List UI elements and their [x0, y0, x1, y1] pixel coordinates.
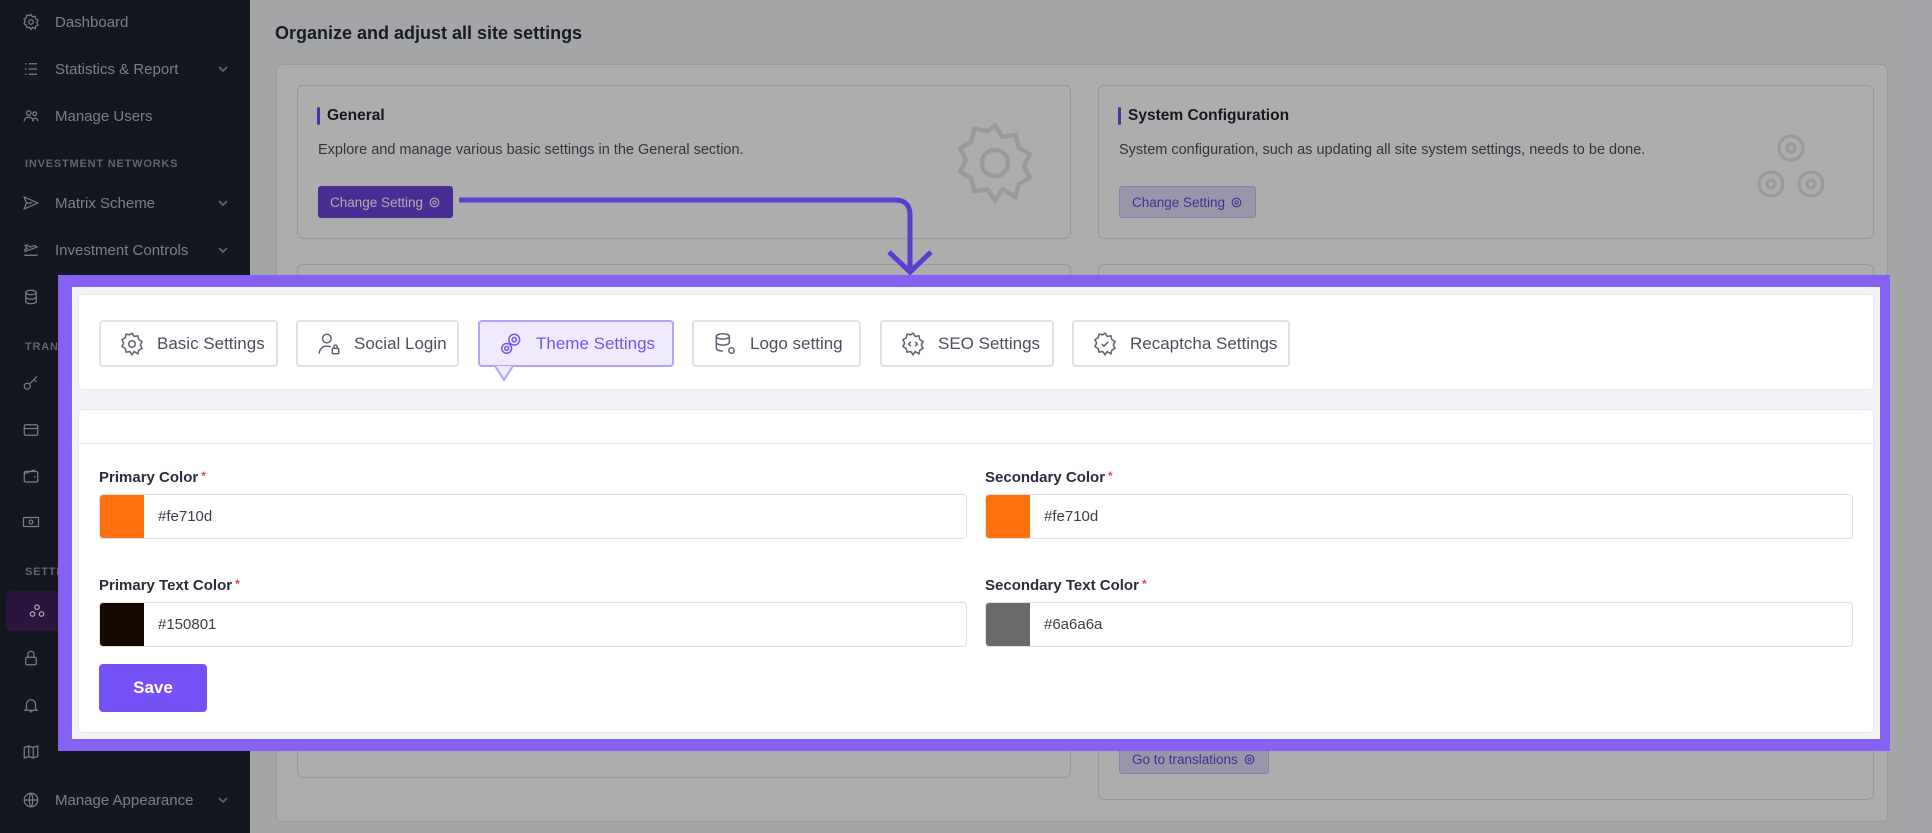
required-mark: *: [1108, 469, 1113, 483]
button-label: Go to translations: [1132, 751, 1238, 767]
chevron-down-icon: [216, 62, 230, 76]
secondary-text-color-label: Secondary Text Color *: [985, 577, 1147, 594]
save-button[interactable]: Save: [99, 664, 207, 712]
gear-code-icon: [901, 331, 925, 356]
tab-recaptcha-settings[interactable]: Recaptcha Settings: [1072, 320, 1290, 367]
sidebar-item-label: Investment Controls: [55, 241, 189, 259]
tab-label: SEO Settings: [938, 333, 1041, 353]
card-title-text: General: [327, 107, 385, 124]
primary-color-input[interactable]: [144, 495, 966, 538]
label-text: Secondary Color: [985, 469, 1106, 486]
page-title: Organize and adjust all site settings: [275, 23, 583, 43]
globe-icon: [22, 791, 40, 809]
card-title-text: System Configuration: [1128, 107, 1290, 124]
list-icon: [22, 60, 40, 78]
primary-text-color-swatch[interactable]: [100, 603, 144, 646]
sidebar-item-investment-controls[interactable]: Investment Controls: [0, 230, 250, 270]
users-icon: [22, 107, 40, 125]
tab-label: Basic Settings: [157, 333, 265, 353]
active-tab-pointer: [495, 366, 513, 382]
sidebar-item-label: Statistics & Report: [55, 60, 179, 78]
sidebar-item-label: Manage Appearance: [55, 791, 194, 809]
map-icon: [22, 743, 40, 761]
gear-icon: [1231, 197, 1242, 207]
sidebar-section-heading: SETTI: [25, 566, 61, 578]
tab-basic-settings[interactable]: Basic Settings: [99, 320, 278, 367]
secondary-color-input[interactable]: [1030, 495, 1852, 538]
card-description: System configuration, such as updating a…: [1119, 142, 1646, 158]
tab-seo-settings[interactable]: SEO Settings: [880, 320, 1054, 367]
sidebar-item-label: Matrix Scheme: [55, 194, 156, 212]
theme-settings-form: [78, 409, 1874, 733]
key-icon: [22, 375, 40, 393]
chevron-down-icon: [216, 196, 230, 210]
lock-icon: [22, 649, 40, 667]
primary-text-color-input[interactable]: [144, 603, 966, 646]
sidebar-item-label: Dashboard: [55, 13, 129, 31]
sidebar-item-dashboard[interactable]: Dashboard: [0, 2, 250, 42]
gear-icon: [429, 197, 440, 207]
primary-text-color-label: Primary Text Color *: [99, 577, 240, 594]
primary-text-color-field[interactable]: [99, 602, 967, 647]
chevron-down-icon: [216, 243, 230, 257]
gear-icon: [120, 331, 144, 356]
gear-icon: [957, 122, 1033, 205]
button-label: Change Setting: [1132, 194, 1226, 210]
gear-check-icon: [1093, 331, 1117, 356]
send-icon: [22, 194, 40, 212]
tab-logo-setting[interactable]: Logo setting: [692, 320, 861, 367]
gear-icon: [1244, 754, 1255, 764]
secondary-text-color-swatch[interactable]: [986, 603, 1030, 646]
wallet-icon: [22, 467, 40, 485]
secondary-text-color-input[interactable]: [1030, 603, 1852, 646]
sidebar-item-manage-users[interactable]: Manage Users: [0, 96, 250, 136]
primary-color-label: Primary Color *: [99, 469, 206, 486]
label-text: Secondary Text Color: [985, 577, 1139, 594]
required-mark: *: [235, 577, 240, 591]
secondary-text-color-field[interactable]: [985, 602, 1853, 647]
general-change-setting-button[interactable]: Change Setting: [318, 186, 454, 218]
apps-icon: [28, 602, 46, 620]
secondary-color-swatch[interactable]: [986, 495, 1030, 538]
database-gear-icon: [715, 332, 735, 354]
gears-icon: [1757, 134, 1825, 198]
sidebar-item-statistics[interactable]: Statistics & Report: [0, 49, 250, 89]
chevron-down-icon: [216, 793, 230, 807]
button-label: Change Setting: [330, 194, 424, 210]
required-mark: *: [201, 469, 206, 483]
bell-icon: [22, 696, 40, 714]
gears-icon: [501, 332, 521, 354]
plane-icon: [22, 241, 40, 259]
credit-card-icon: [22, 421, 40, 439]
tab-social-login[interactable]: Social Login: [296, 320, 459, 367]
primary-color-swatch[interactable]: [100, 495, 144, 538]
required-mark: *: [1141, 577, 1147, 591]
secondary-color-field[interactable]: [985, 494, 1853, 539]
tab-theme-settings[interactable]: Theme Settings: [478, 320, 674, 367]
coins-icon: [22, 288, 40, 306]
system-change-setting-button[interactable]: Change Setting: [1119, 186, 1257, 218]
sidebar-item-label: Manage Users: [55, 107, 153, 125]
label-text: Primary Color: [99, 469, 199, 486]
sidebar-item-manage-appearance[interactable]: Manage Appearance: [0, 780, 250, 820]
card-title: General: [317, 107, 385, 125]
tab-label: Theme Settings: [536, 333, 656, 353]
sidebar-item-matrix-scheme[interactable]: Matrix Scheme: [0, 183, 250, 223]
card-description: Explore and manage various basic setting…: [318, 142, 744, 158]
sidebar-section-heading: INVESTMENT NETWORKS: [25, 158, 179, 170]
gear-icon: [22, 13, 40, 31]
primary-color-field[interactable]: [99, 494, 967, 539]
tab-label: Logo setting: [750, 333, 843, 353]
secondary-color-label: Secondary Color *: [985, 469, 1113, 486]
tab-label: Social Login: [354, 333, 447, 353]
cash-icon: [22, 513, 40, 531]
tab-label: Recaptcha Settings: [1130, 333, 1278, 353]
label-text: Primary Text Color: [99, 577, 233, 594]
card-title: System Configuration: [1118, 107, 1289, 125]
user-lock-icon: [318, 332, 340, 355]
